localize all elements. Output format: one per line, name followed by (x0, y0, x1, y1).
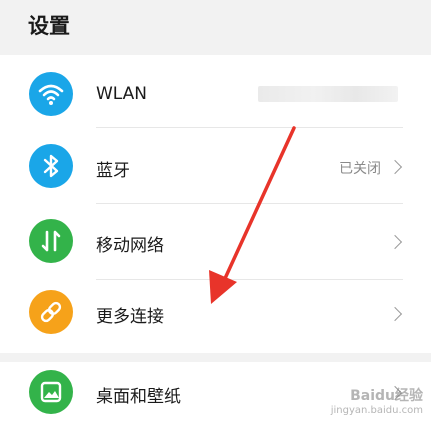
watermark: Baidu经验 jingyan.baidu.com (331, 385, 423, 416)
setting-label-more-connections: 更多连接 (96, 307, 164, 327)
setting-row-mobile-network[interactable]: 移动网络 (0, 205, 431, 279)
chevron-right-icon (387, 159, 403, 175)
setting-label-bluetooth: 蓝牙 (96, 161, 130, 181)
setting-row-bluetooth[interactable]: 蓝牙 已关闭 (0, 129, 431, 203)
wlan-network-name-blurred (258, 86, 398, 102)
link-icon (29, 290, 73, 334)
setting-row-more-connections[interactable]: 更多连接 (0, 280, 431, 354)
wifi-icon (29, 72, 73, 116)
chevron-right-icon (387, 306, 403, 322)
bluetooth-icon (29, 144, 73, 188)
bluetooth-status: 已关闭 (339, 161, 381, 177)
setting-label-desktop-wallpaper: 桌面和壁纸 (96, 387, 181, 407)
watermark-url: jingyan.baidu.com (330, 405, 423, 416)
connections-group: WLAN 蓝牙 已关闭 移动网络 更多连接 (0, 55, 431, 353)
watermark-brand: Baidu经验 (350, 388, 423, 404)
setting-label-mobile-network: 移动网络 (96, 236, 164, 256)
page-title: 设置 (28, 14, 70, 38)
wallpaper-icon (29, 370, 73, 414)
setting-row-wlan[interactable]: WLAN (0, 57, 431, 131)
divider (96, 127, 403, 128)
chevron-right-icon (387, 234, 403, 250)
divider (96, 203, 403, 204)
mobile-network-icon (29, 219, 73, 263)
setting-label-wlan: WLAN (96, 84, 148, 104)
